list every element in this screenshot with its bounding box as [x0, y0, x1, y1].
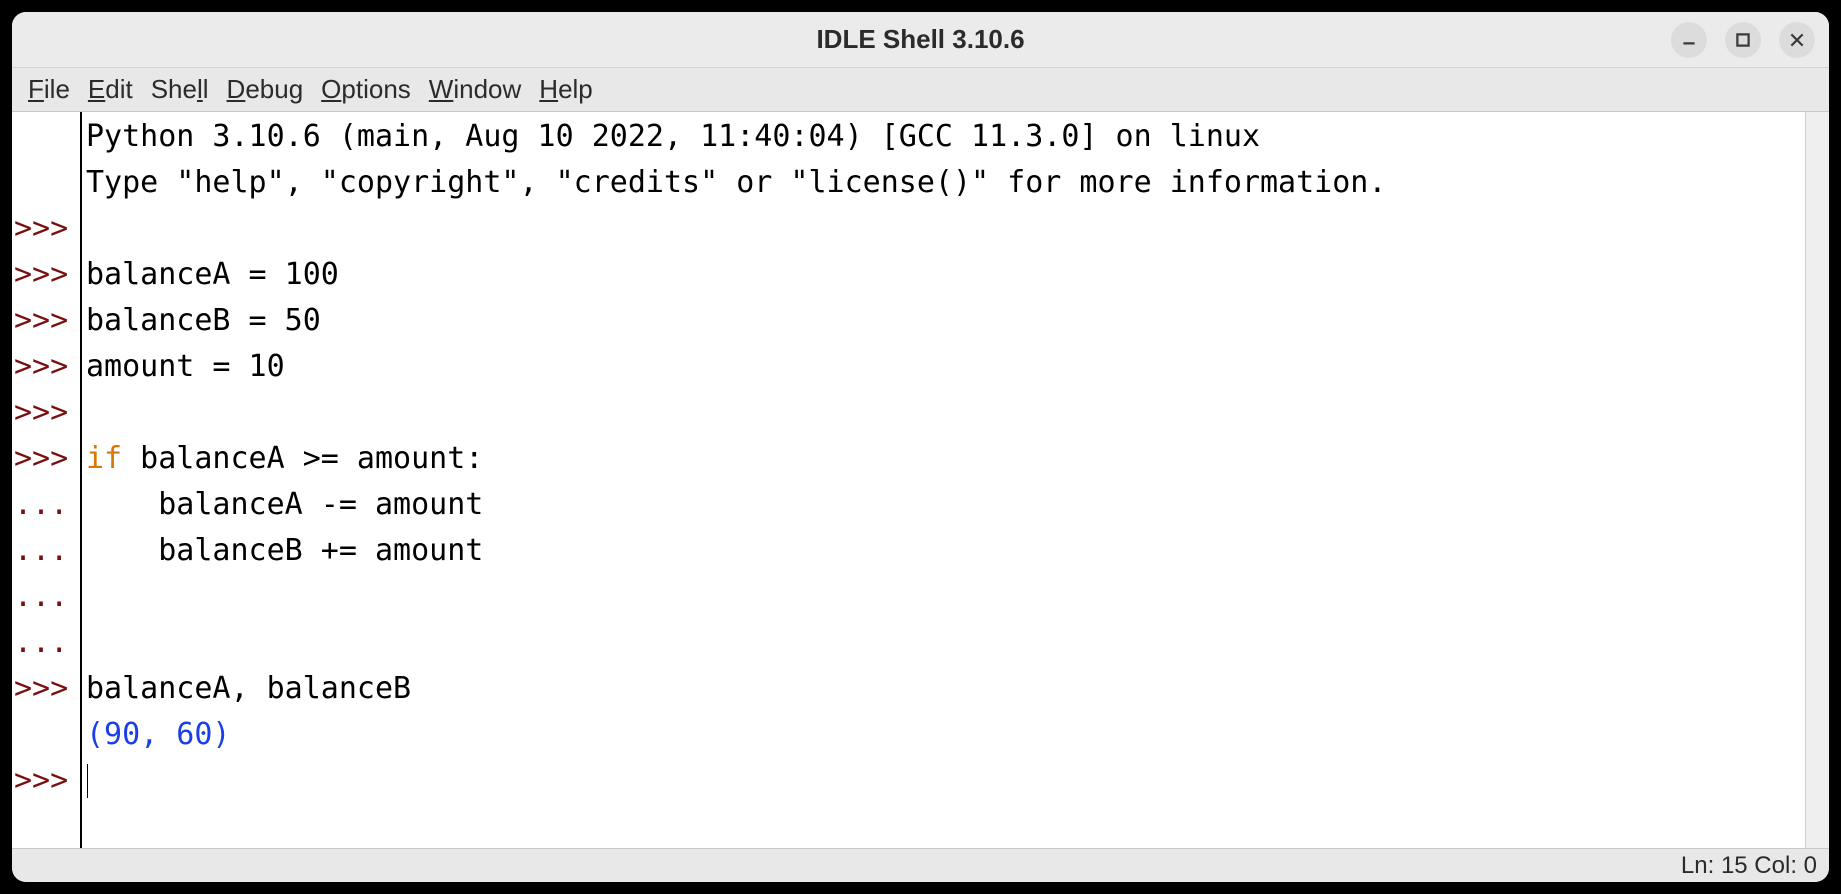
menu-help[interactable]: Help — [531, 72, 600, 107]
menu-shell[interactable]: Shell — [143, 72, 217, 107]
titlebar: IDLE Shell 3.10.6 — [12, 12, 1829, 68]
vertical-scrollbar[interactable] — [1805, 112, 1829, 848]
editor-area: >>> >>> >>> >>> >>> >>> ... ... ... ... … — [12, 112, 1829, 848]
code-line: balanceA, balanceB — [86, 671, 411, 706]
statusbar: Ln: 15 Col: 0 — [12, 848, 1829, 882]
close-button[interactable] — [1779, 22, 1815, 58]
shell-text[interactable]: Python 3.10.6 (main, Aug 10 2022, 11:40:… — [82, 112, 1805, 848]
prompt-gutter: >>> >>> >>> >>> >>> >>> ... ... ... ... … — [12, 112, 82, 848]
code-line: if balanceA >= amount: — [86, 441, 483, 476]
window-controls — [1671, 22, 1815, 58]
menu-options[interactable]: Options — [313, 72, 419, 107]
banner-line-1: Python 3.10.6 (main, Aug 10 2022, 11:40:… — [86, 119, 1260, 154]
window: IDLE Shell 3.10.6 File Edit Shell Debug … — [12, 12, 1829, 882]
code-line: amount = 10 — [86, 349, 285, 384]
menubar: File Edit Shell Debug Options Window Hel… — [12, 68, 1829, 112]
code-line: balanceB += amount — [86, 533, 483, 568]
code-line: balanceA = 100 — [86, 257, 339, 292]
cursor-line — [86, 763, 88, 798]
minimize-button[interactable] — [1671, 22, 1707, 58]
close-icon — [1788, 31, 1806, 49]
window-title: IDLE Shell 3.10.6 — [816, 24, 1024, 55]
minimize-icon — [1680, 31, 1698, 49]
code-line: balanceB = 50 — [86, 303, 321, 338]
menu-debug[interactable]: Debug — [219, 72, 312, 107]
menu-file[interactable]: File — [20, 72, 78, 107]
maximize-icon — [1734, 31, 1752, 49]
line-col-indicator: Ln: 15 Col: 0 — [1681, 852, 1817, 880]
menu-edit[interactable]: Edit — [80, 72, 141, 107]
text-cursor — [87, 764, 88, 798]
maximize-button[interactable] — [1725, 22, 1761, 58]
banner-line-2: Type "help", "copyright", "credits" or "… — [86, 165, 1386, 200]
output-line: (90, 60) — [86, 717, 231, 752]
code-line: balanceA -= amount — [86, 487, 483, 522]
menu-window[interactable]: Window — [421, 72, 529, 107]
